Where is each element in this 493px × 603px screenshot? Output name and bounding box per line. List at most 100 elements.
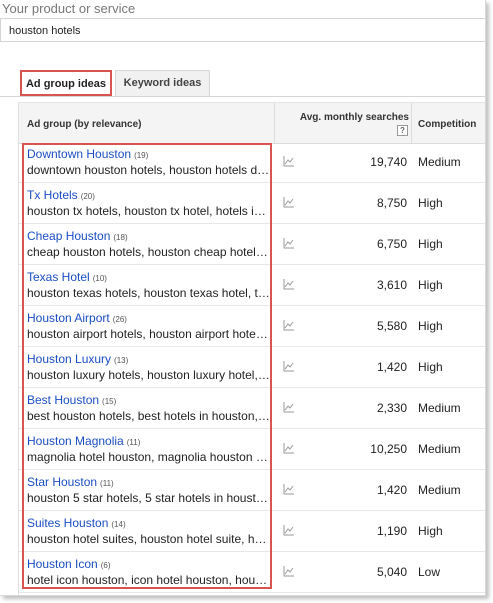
column-header-competition[interactable]: Competition bbox=[418, 119, 476, 130]
avg-monthly-searches: 1,190 bbox=[376, 524, 407, 538]
competition-value: High bbox=[418, 360, 443, 374]
line-chart-icon[interactable] bbox=[283, 319, 295, 331]
ad-group-link[interactable]: Suites Houston (14) bbox=[27, 516, 126, 530]
column-divider bbox=[411, 103, 412, 143]
ad-group-keywords: houston airport hotels, houston airport … bbox=[27, 327, 270, 341]
ad-group-count: (14) bbox=[111, 520, 126, 529]
table-row: Cheap Houston (18) cheap houston hotels, h… bbox=[19, 224, 485, 265]
table-row: Houston Luxury (13) houston luxury hotels,… bbox=[19, 347, 485, 388]
tab-ad-group-ideas[interactable]: Ad group ideas bbox=[20, 70, 112, 96]
competition-value: Medium bbox=[418, 155, 461, 169]
ad-group-keywords: downtown houston hotels, houston hotels … bbox=[27, 163, 270, 177]
line-chart-icon[interactable] bbox=[283, 483, 295, 495]
line-chart-icon[interactable] bbox=[283, 196, 295, 208]
ad-group-table: Ad group (by relevance) Avg. monthly sea… bbox=[18, 102, 485, 595]
line-chart-icon[interactable] bbox=[283, 278, 295, 290]
ad-group-link[interactable]: Best Houston (15) bbox=[27, 393, 116, 407]
ad-group-link[interactable]: Houston Airport (26) bbox=[27, 311, 127, 325]
table-header: Ad group (by relevance) Avg. monthly sea… bbox=[19, 102, 485, 144]
column-divider bbox=[274, 103, 275, 143]
ad-group-count: (26) bbox=[112, 315, 127, 324]
ad-group-count: (11) bbox=[126, 438, 141, 447]
ad-group-name[interactable]: Suites Houston bbox=[27, 516, 108, 530]
ad-group-count: (18) bbox=[113, 233, 128, 242]
ad-group-name[interactable]: Downtown Houston bbox=[27, 147, 131, 161]
ad-group-link[interactable]: Cheap Houston (18) bbox=[27, 229, 128, 243]
line-chart-icon[interactable] bbox=[283, 442, 295, 454]
table-row: Houston Airport (26) houston airport hotel… bbox=[19, 306, 485, 347]
ad-group-count: (10) bbox=[92, 274, 107, 283]
table-row: Texas Hotel (10) houston texas hotels, hou… bbox=[19, 265, 485, 306]
line-chart-icon[interactable] bbox=[283, 524, 295, 536]
ad-group-link[interactable]: Houston Icon (6) bbox=[27, 557, 111, 571]
competition-value: High bbox=[418, 196, 443, 210]
line-chart-icon[interactable] bbox=[283, 401, 295, 413]
ad-group-name[interactable]: Best Houston bbox=[27, 393, 99, 407]
ad-group-name[interactable]: Houston Airport bbox=[27, 311, 110, 325]
avg-monthly-searches: 1,420 bbox=[376, 483, 407, 497]
ad-group-keywords: houston tx hotels, houston tx hotel, hot… bbox=[27, 204, 270, 218]
line-chart-icon[interactable] bbox=[283, 565, 295, 577]
ad-group-name[interactable]: Tx Hotels bbox=[27, 188, 78, 202]
ad-group-keywords: hotel icon houston, icon hotel houston, … bbox=[27, 573, 270, 587]
column-header-avg-searches[interactable]: Avg. monthly searches bbox=[289, 112, 409, 123]
table-row: Downtown Houston (19) downtown houston hot… bbox=[19, 142, 485, 183]
ad-group-keywords: cheap houston hotels, houston cheap hote… bbox=[27, 245, 270, 259]
ad-group-link[interactable]: Star Houston (11) bbox=[27, 475, 114, 489]
ad-group-name[interactable]: Star Houston bbox=[27, 475, 97, 489]
ad-group-count: (11) bbox=[100, 479, 114, 488]
competition-value: Low bbox=[418, 565, 441, 579]
ad-group-count: (13) bbox=[114, 356, 129, 365]
ad-group-keywords: best houston hotels, best hotels in hous… bbox=[27, 409, 270, 423]
ad-group-count: (15) bbox=[102, 397, 117, 406]
competition-value: Medium bbox=[418, 483, 461, 497]
ad-group-name[interactable]: Houston Icon bbox=[27, 557, 98, 571]
avg-monthly-searches: 3,610 bbox=[376, 278, 407, 292]
avg-monthly-searches: 5,040 bbox=[376, 565, 407, 579]
help-icon[interactable]: ? bbox=[397, 125, 408, 136]
ad-group-name[interactable]: Texas Hotel bbox=[27, 270, 90, 284]
competition-value: High bbox=[418, 524, 443, 538]
competition-value: Medium bbox=[418, 442, 461, 456]
product-input[interactable]: houston hotels bbox=[0, 18, 485, 42]
ad-group-keywords: houston 5 star hotels, 5 star hotels in … bbox=[27, 491, 270, 505]
line-chart-icon[interactable] bbox=[283, 360, 295, 372]
competition-value: High bbox=[418, 319, 443, 333]
tab-keyword-ideas[interactable]: Keyword ideas bbox=[115, 70, 210, 96]
line-chart-icon[interactable] bbox=[283, 237, 295, 249]
avg-monthly-searches: 19,740 bbox=[370, 155, 407, 169]
ad-group-keywords: houston hotel suites, houston hotel suit… bbox=[27, 532, 270, 546]
table-row: Houston Icon (6) hotel icon houston, icon … bbox=[19, 552, 485, 593]
avg-monthly-searches: 6,750 bbox=[376, 237, 407, 251]
avg-monthly-searches: 8,750 bbox=[376, 196, 407, 210]
line-chart-icon[interactable] bbox=[283, 155, 295, 167]
table-row: Suites Houston (14) houston hotel suites, … bbox=[19, 511, 485, 552]
ad-group-link[interactable]: Houston Magnolia (11) bbox=[27, 434, 140, 448]
product-label: Your product or service bbox=[2, 1, 136, 16]
table-row: Star Houston (11) houston 5 star hotels, 5… bbox=[19, 470, 485, 511]
ad-group-count: (6) bbox=[100, 561, 111, 570]
ad-group-link[interactable]: Downtown Houston (19) bbox=[27, 147, 148, 161]
table-row: Tx Hotels (20) houston tx hotels, houston … bbox=[19, 183, 485, 224]
avg-monthly-searches: 2,330 bbox=[376, 401, 407, 415]
ad-group-count: (20) bbox=[80, 192, 95, 201]
keyword-planner-panel: Your product or service houston hotels A… bbox=[0, 0, 486, 596]
ad-group-keywords: houston luxury hotels, houston luxury ho… bbox=[27, 368, 270, 382]
avg-monthly-searches: 1,420 bbox=[376, 360, 407, 374]
table-row: Houston Magnolia (11) magnolia hotel houst… bbox=[19, 429, 485, 470]
ad-group-link[interactable]: Houston Luxury (13) bbox=[27, 352, 128, 366]
ad-group-name[interactable]: Cheap Houston bbox=[27, 229, 110, 243]
ad-group-keywords: houston texas hotels, houston texas hote… bbox=[27, 286, 270, 300]
avg-monthly-searches: 5,580 bbox=[376, 319, 407, 333]
competition-value: Medium bbox=[418, 401, 461, 415]
ad-group-name[interactable]: Houston Magnolia bbox=[27, 434, 124, 448]
ad-group-link[interactable]: Tx Hotels (20) bbox=[27, 188, 95, 202]
ad-group-count: (19) bbox=[134, 151, 149, 160]
table-row: Best Houston (15) best houston hotels, bes… bbox=[19, 388, 485, 429]
competition-value: High bbox=[418, 278, 443, 292]
ad-group-keywords: magnolia hotel houston, magnolia houston… bbox=[27, 450, 270, 464]
ad-group-name[interactable]: Houston Luxury bbox=[27, 352, 111, 366]
ad-group-link[interactable]: Texas Hotel (10) bbox=[27, 270, 107, 284]
column-header-ad-group[interactable]: Ad group (by relevance) bbox=[27, 119, 141, 130]
competition-value: High bbox=[418, 237, 443, 251]
